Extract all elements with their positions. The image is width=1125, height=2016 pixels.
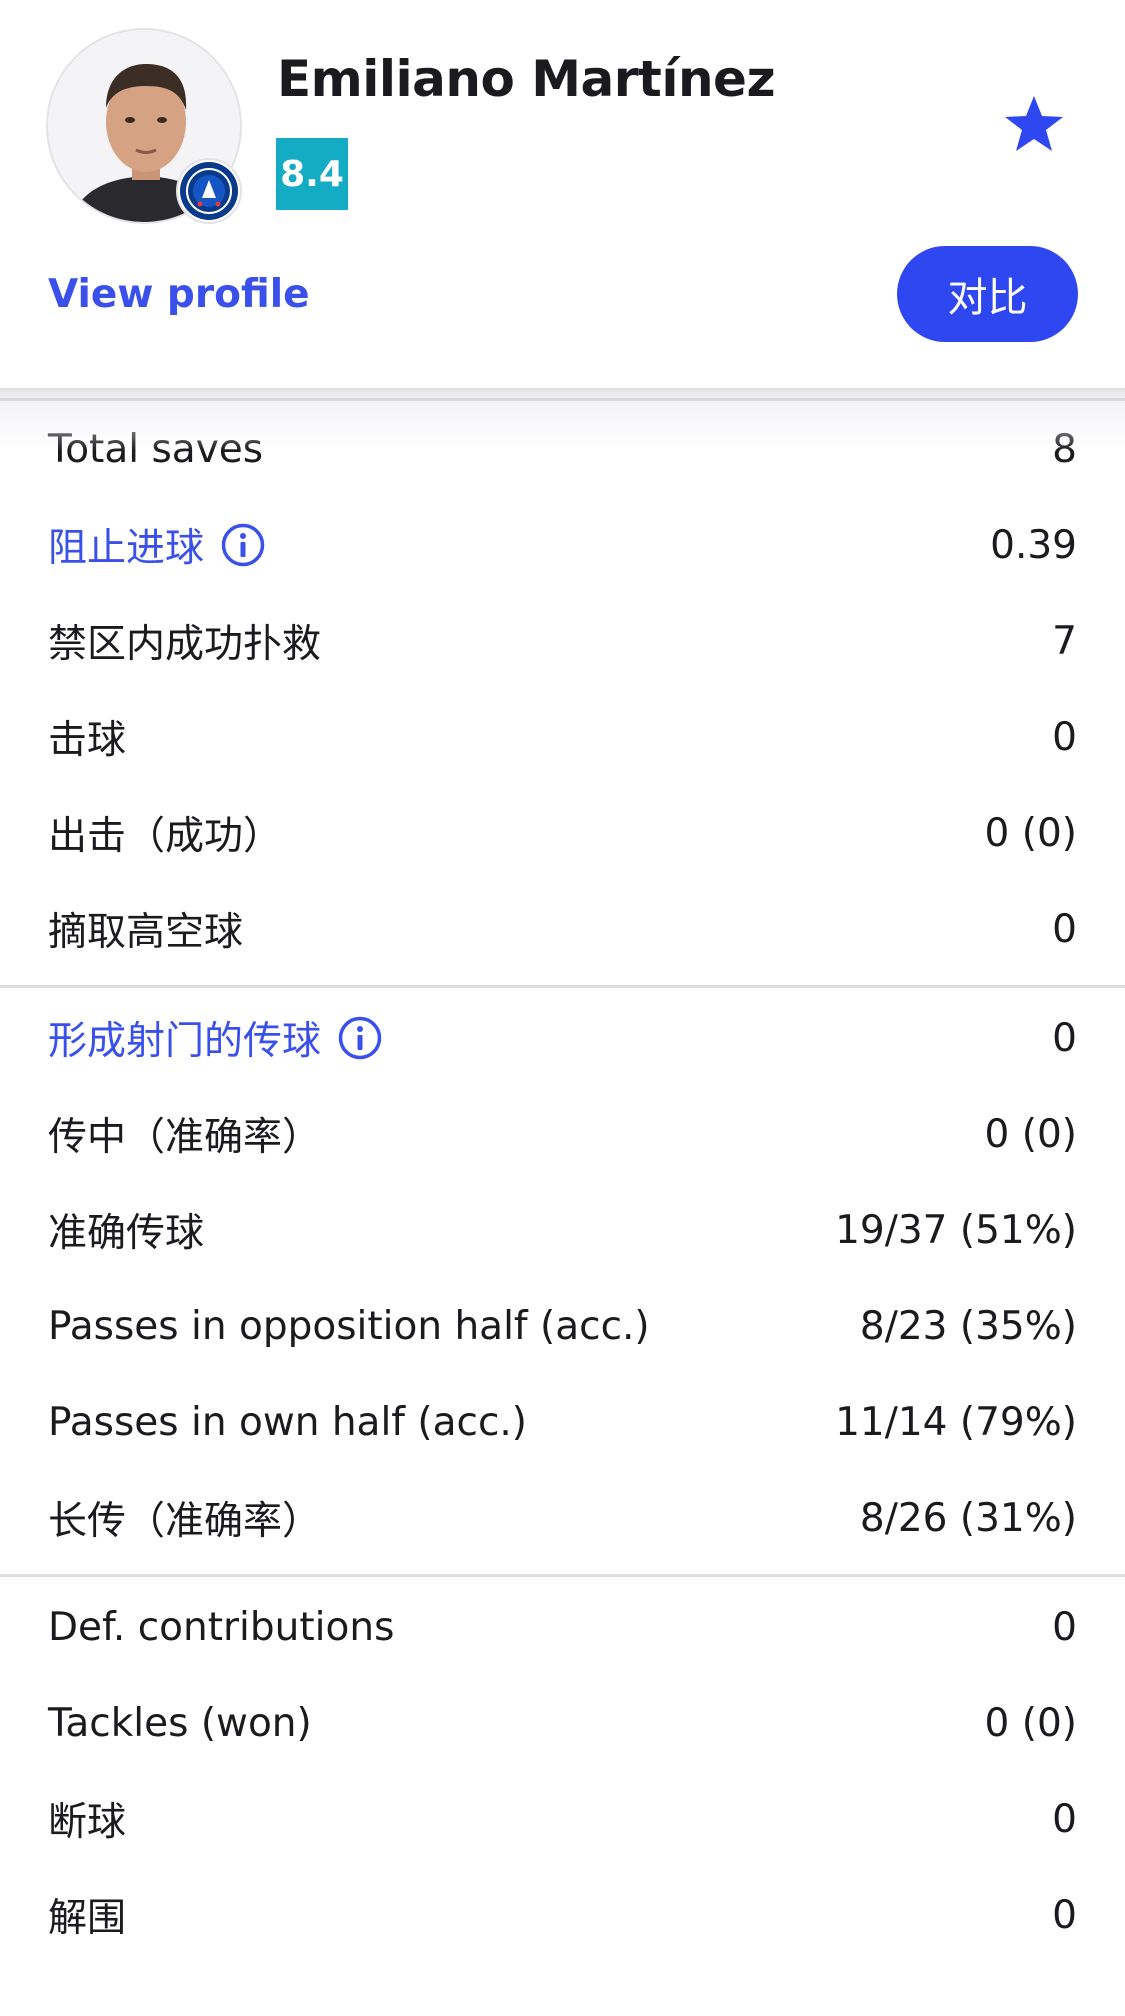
stat-label: Passes in own half (acc.) [48,1400,527,1445]
info-icon[interactable] [220,522,266,568]
stat-value: 0 [1052,714,1077,760]
stat-value: 7 [1052,618,1077,664]
stat-label-text: 形成射门的传球 [48,1019,322,1064]
stat-value: 0 (0) [984,810,1077,856]
stat-row: 出击（成功） 0 (0) [0,785,1125,881]
stat-value: 0 (0) [984,1111,1077,1157]
stat-value: 0 [1052,1796,1077,1842]
compare-button[interactable]: 对比 [897,246,1078,342]
stat-label-text: Tackles (won) [48,1700,312,1746]
stat-row: 击球 0 [0,689,1125,785]
stat-label: 出击（成功） [48,805,282,861]
stat-label-text: Passes in own half (acc.) [48,1399,528,1445]
stat-label-text: 解围 [48,1896,127,1941]
stat-value: 0.39 [990,522,1077,568]
stat-label-text: 传中（准确率） [48,1115,322,1160]
club-crest-icon [176,158,242,224]
stat-row: 摘取高空球 0 [0,881,1125,977]
stat-value: 8/23 (35%) [859,1303,1077,1349]
stat-label: 解围 [48,1887,126,1943]
stat-label-text: 出击（成功） [48,814,283,859]
stat-label-text: 阻止进球 [48,526,205,571]
stat-label-text: 摘取高空球 [48,910,244,955]
stat-group: Total saves8阻止进球0.39禁区内成功扑救7击球0出击（成功）0 (… [0,401,1125,988]
stat-row: Passes in own half (acc.) 11/14 (79%) [0,1374,1125,1470]
stat-label: 断球 [48,1791,126,1847]
view-profile-link[interactable]: View profile [48,272,310,317]
scroll-fade [0,401,1125,451]
stat-label: Tackles (won) [48,1701,312,1746]
info-icon[interactable] [337,1015,383,1061]
stat-group: Def. contributions 0 Tackles (won) 0 (0) 断球 0… [0,1577,1125,1971]
stat-label-text: 长传（准确率） [48,1499,322,1544]
stat-label: Passes in opposition half (acc.) [48,1304,650,1349]
stat-row: 断球 0 [0,1771,1125,1867]
stat-value: 19/37 (51%) [835,1207,1077,1253]
stat-label[interactable]: 形成射门的传球 [48,1010,383,1066]
stat-row: 传中（准确率） 0 (0) [0,1086,1125,1182]
stat-row[interactable]: 形成射门的传球 0 [0,990,1125,1086]
stat-row: Passes in opposition half (acc.) 8/23 (35… [0,1278,1125,1374]
stat-value: 0 [1052,1015,1077,1061]
stat-label: 准确传球 [48,1202,204,1258]
stat-row: 禁区内成功扑救 7 [0,593,1125,689]
stat-row: 准确传球 19/37 (51%) [0,1182,1125,1278]
stat-label-text: 击球 [48,718,127,763]
player-header: Emiliano Martínez 8.4 View profile 对比 [0,0,1125,392]
player-name: Emiliano Martínez [277,50,776,108]
stat-label-text: 禁区内成功扑救 [48,622,322,667]
rating-badge: 8.4 [276,138,348,210]
stat-label: 长传（准确率） [48,1490,321,1546]
stat-value: 8/26 (31%) [859,1495,1077,1541]
stat-row[interactable]: 阻止进球 0.39 [0,497,1125,593]
stat-value: 0 (0) [984,1700,1077,1746]
stat-label-text: Passes in opposition half (acc.) [48,1303,650,1349]
stat-row: Tackles (won) 0 (0) [0,1675,1125,1771]
stat-row: Def. contributions 0 [0,1579,1125,1675]
star-icon[interactable] [1002,92,1066,156]
stat-row: 解围 0 [0,1867,1125,1963]
stats-list: Total saves8阻止进球0.39禁区内成功扑救7击球0出击（成功）0 (… [0,401,1125,1971]
stat-value: 11/14 (79%) [835,1399,1077,1445]
stat-value: 0 [1052,906,1077,952]
stat-value: 0 [1052,1604,1077,1650]
stat-label-text: Def. contributions [48,1604,395,1650]
stat-value: 0 [1052,1892,1077,1938]
stat-label[interactable]: 阻止进球 [48,517,266,573]
stat-label: 禁区内成功扑救 [48,613,321,669]
stat-label: 击球 [48,709,126,765]
stat-label: Def. contributions [48,1605,394,1650]
stat-label: 传中（准确率） [48,1106,321,1162]
stat-group: 形成射门的传球 0 传中（准确率） 0 (0) 准确传球 19/37 (51%) Passe… [0,988,1125,1577]
stat-label: 摘取高空球 [48,901,243,957]
stat-row: 长传（准确率） 8/26 (31%) [0,1470,1125,1566]
stat-label-text: 准确传球 [48,1211,205,1256]
stat-label-text: 断球 [48,1800,127,1845]
